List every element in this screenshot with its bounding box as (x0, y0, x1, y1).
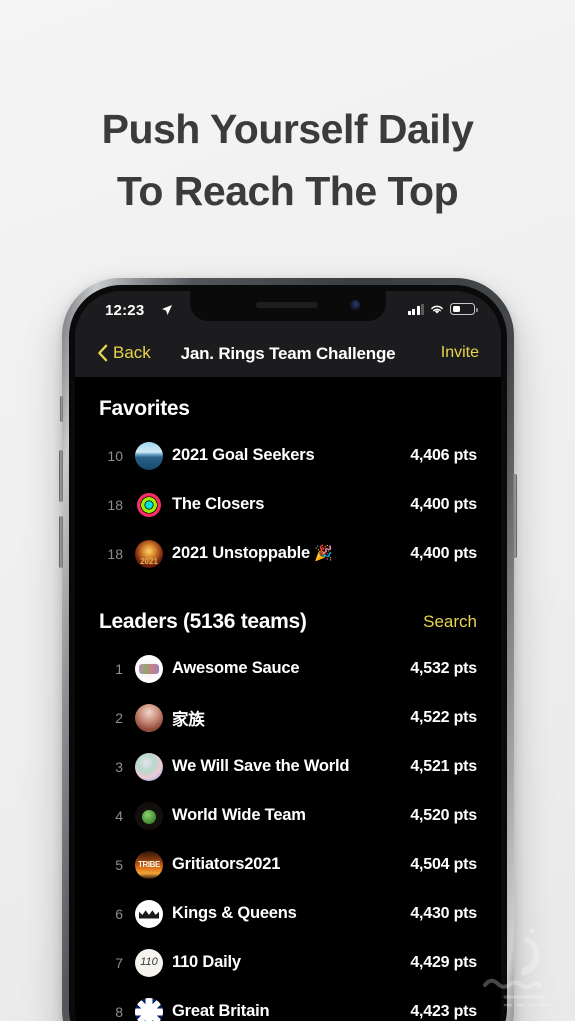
earpiece-speaker-icon (255, 302, 318, 308)
rank-value: 8 (115, 1003, 123, 1020)
navigation-bar: Back Jan. Rings Team Challenge Invite (75, 331, 501, 377)
team-name: The Closers (172, 495, 265, 513)
points-value: 4,504 pts (410, 855, 477, 873)
volume-down-button[interactable] (59, 516, 63, 568)
silent-switch[interactable] (60, 396, 63, 422)
team-name: We Will Save the World (172, 757, 350, 775)
rank-value: 18 (107, 496, 123, 513)
points-value: 4,532 pts (410, 659, 477, 677)
fireworks-avatar (135, 539, 163, 568)
globe-avatar (135, 801, 163, 830)
phone-bezel: 12:23 Back Jan. Rings Team Challenge Inv… (69, 285, 507, 1021)
party-popper-icon: 🎉 (314, 545, 333, 562)
favorites-section-header: Favorites (75, 387, 501, 431)
points-value: 4,430 pts (410, 904, 477, 922)
page-root: Push Yourself Daily To Reach The Top 12:… (0, 0, 575, 1021)
table-row[interactable]: 8 Great Britain 4,423 pts (75, 987, 501, 1021)
team-name: 2021 Unstoppable 🎉 (172, 544, 333, 562)
110-avatar (135, 948, 163, 977)
points-value: 4,520 pts (410, 806, 477, 824)
table-row[interactable]: 7 110 Daily 4,429 pts (75, 938, 501, 987)
team-name: World Wide Team (172, 806, 306, 824)
team-name: Awesome Sauce (172, 659, 300, 677)
rank-value: 3 (115, 758, 123, 775)
table-row[interactable]: 2 家族 4,522 pts (75, 693, 501, 742)
power-button[interactable] (513, 474, 517, 558)
points-value: 4,521 pts (410, 757, 477, 775)
points-value: 4,406 pts (410, 446, 477, 464)
activity-rings-avatar (135, 490, 163, 519)
team-name: 家族 (172, 710, 205, 729)
table-row[interactable]: 3 We Will Save the World 4,521 pts (75, 742, 501, 791)
rank-value: 7 (115, 954, 123, 971)
lake-avatar (135, 441, 163, 470)
rank-value: 5 (115, 856, 123, 873)
rank-value: 10 (107, 447, 123, 464)
rank-value: 1 (115, 660, 123, 677)
status-indicators (407, 303, 478, 315)
invite-button[interactable]: Invite (441, 344, 479, 362)
team-name: Gritiators2021 (172, 855, 281, 873)
tribe-avatar (135, 850, 163, 879)
table-row[interactable]: 18 2021 Unstoppable 🎉 4,400 pts (75, 529, 501, 578)
team-name: Great Britain (172, 1002, 270, 1020)
team-name: Kings & Queens (172, 904, 297, 922)
leaderboard-content[interactable]: Favorites 10 2021 Goal Seekers 4,406 pts… (75, 377, 501, 1021)
leaders-section-header: Leaders (5136 teams) Search (75, 600, 501, 644)
favorites-title: Favorites (99, 397, 190, 420)
notch (190, 291, 386, 321)
awesome-sauce-avatar (135, 654, 163, 683)
table-row[interactable]: 5 Gritiators2021 4,504 pts (75, 840, 501, 889)
rank-value: 6 (115, 905, 123, 922)
page-title: Push Yourself Daily To Reach The Top (0, 98, 575, 222)
table-row[interactable]: 10 2021 Goal Seekers 4,406 pts (75, 431, 501, 480)
table-row[interactable]: 1 Awesome Sauce 4,532 pts (75, 644, 501, 693)
points-value: 4,423 pts (410, 1002, 477, 1020)
points-value: 4,400 pts (410, 544, 477, 562)
search-button[interactable]: Search (423, 612, 477, 632)
table-row[interactable]: 18 The Closers 4,400 pts (75, 480, 501, 529)
phone-screen: 12:23 Back Jan. Rings Team Challenge Inv… (75, 291, 501, 1021)
location-arrow-icon (162, 305, 172, 315)
points-value: 4,429 pts (410, 953, 477, 971)
table-row[interactable]: 6 Kings & Queens 4,430 pts (75, 889, 501, 938)
rank-value: 4 (115, 807, 123, 824)
points-value: 4,522 pts (410, 708, 477, 726)
crowns-avatar (135, 899, 163, 928)
team-name: 110 Daily (172, 953, 241, 971)
rank-value: 18 (107, 545, 123, 562)
front-camera-icon (350, 300, 360, 310)
union-jack-avatar (135, 997, 163, 1021)
team-name: 2021 Goal Seekers (172, 446, 315, 464)
headline-line-2: To Reach The Top (116, 168, 459, 214)
volume-up-button[interactable] (59, 450, 63, 502)
leaders-title: Leaders (5136 teams) (99, 610, 307, 633)
battery-low-icon (450, 303, 478, 315)
rank-value: 2 (115, 709, 123, 726)
headline-line-1: Push Yourself Daily (101, 106, 474, 152)
cellular-bars-icon (407, 303, 424, 315)
world-avatar (135, 752, 163, 781)
wifi-icon (431, 305, 443, 314)
table-row[interactable]: 4 World Wide Team 4,520 pts (75, 791, 501, 840)
navbar-title: Jan. Rings Team Challenge (180, 344, 396, 363)
points-value: 4,400 pts (410, 495, 477, 513)
status-time: 12:23 (105, 302, 145, 319)
phone-mockup: 12:23 Back Jan. Rings Team Challenge Inv… (59, 278, 517, 1021)
family-avatar (135, 703, 163, 732)
